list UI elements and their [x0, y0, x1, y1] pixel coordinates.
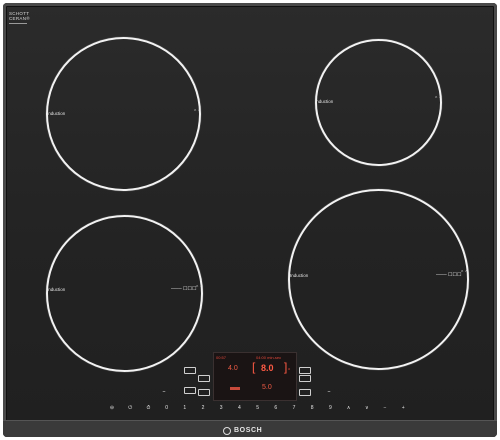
bosch-logo-icon [223, 427, 231, 435]
display-timer-left: 00:57 [216, 355, 227, 360]
zone-3-label: Induction [47, 287, 66, 292]
zone-bottom-right-ring[interactable] [288, 189, 469, 370]
display-left-level: 4.0 [228, 365, 238, 372]
display-main-level: 8.0 [261, 363, 274, 373]
touch-key-16[interactable]: + [397, 405, 409, 412]
zone-3-chevron-icon: ⌃⌃ [195, 285, 204, 291]
display-lower-level: 5.0 [262, 384, 272, 391]
touch-key-9[interactable]: 6 [270, 405, 282, 412]
display-bracket-close: ] [284, 360, 288, 374]
display-lower-left-indicator [230, 387, 240, 390]
zone-4-label: Induction [290, 273, 309, 278]
touch-key-7[interactable]: 4 [233, 405, 245, 412]
touch-key-4[interactable]: 1 [179, 405, 191, 412]
touch-key-11[interactable]: 8 [306, 405, 318, 412]
zone-top-right-ring[interactable] [315, 39, 442, 166]
zone-2-chevron-icon: ⌃⌃ [434, 96, 443, 102]
touch-key-5[interactable]: 2 [197, 405, 209, 412]
display-unit: o [288, 366, 291, 371]
display-bracket-open: [ [252, 360, 256, 374]
zone-1-label: Induction [47, 111, 66, 116]
zone-key-left-top[interactable] [184, 367, 196, 374]
control-display: 00:57 04:00 min-sec 4.0 [ 8.0 ] o 5.0 [213, 352, 297, 401]
touch-key-2[interactable]: ⏱ [142, 405, 154, 412]
zone-key-left-bottom[interactable] [184, 387, 196, 394]
display-timer-right: 04:00 min-sec [256, 355, 282, 360]
touch-key-3[interactable]: 0 [161, 405, 173, 412]
zone-key-left-mid[interactable] [198, 375, 210, 382]
zone-front-left-top-ring[interactable] [46, 37, 201, 191]
zone-1-chevron-icon: ⌃⌃ [193, 109, 202, 115]
zone-key-right-mid[interactable] [299, 375, 311, 382]
zone-4-chevron-icon: ⌃⌃ [460, 270, 469, 276]
touch-key-13[interactable]: ∧ [343, 405, 355, 412]
zone-4-flex-icon: ─── ☐☐☐ [436, 272, 462, 278]
zone-bottom-left-ring[interactable] [46, 215, 203, 372]
flex-zone-key-right[interactable]: ⎯ [323, 389, 335, 396]
touch-key-1[interactable]: ⏻ [124, 405, 136, 412]
zone-2-label: Induction [315, 99, 334, 104]
zone-key-right-top[interactable] [299, 367, 311, 374]
touch-key-14[interactable]: ∨ [361, 405, 373, 412]
touch-key-15[interactable]: − [379, 405, 391, 412]
touch-key-12[interactable]: 9 [324, 405, 336, 412]
induction-hob: SCHOTT CERAN® Induction ⌃⌃ Induction ⌃⌃ … [3, 3, 497, 437]
flex-zone-key-left[interactable]: ⎯ [158, 389, 170, 396]
brand-name: BOSCH [234, 427, 263, 434]
touch-key-6[interactable]: 3 [215, 405, 227, 412]
zone-key-left-low[interactable] [198, 389, 210, 396]
zone-key-right-low[interactable] [299, 389, 311, 396]
touch-key-0[interactable]: ⊖ [106, 405, 118, 412]
touch-key-10[interactable]: 7 [288, 405, 300, 412]
zone-3-flex-icon: ─── ☐☐☐ [171, 286, 197, 292]
schott-ceran-logo: SCHOTT CERAN® [9, 11, 39, 24]
touch-key-8[interactable]: 5 [252, 405, 264, 412]
